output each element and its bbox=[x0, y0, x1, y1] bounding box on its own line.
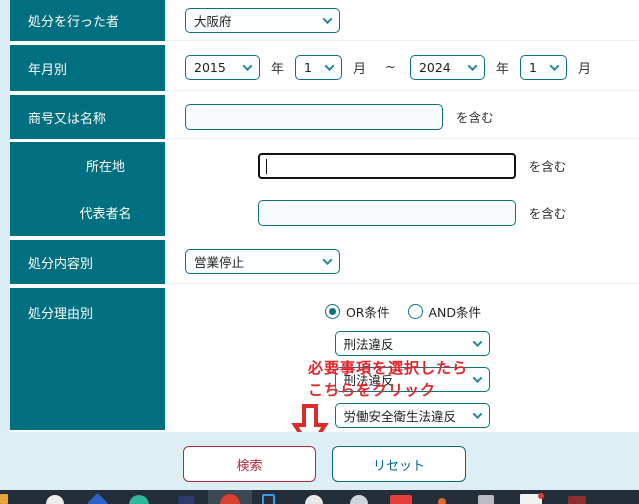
annotation-line-2: こちらをクリック bbox=[308, 381, 437, 399]
company-name-input[interactable] bbox=[185, 103, 443, 130]
chevron-down-icon bbox=[472, 409, 482, 420]
row-label: 処分理由別 bbox=[10, 288, 165, 430]
reason-select-3[interactable]: 労働安全衛生法違反 bbox=[334, 403, 490, 428]
chevron-down-icon bbox=[549, 61, 560, 72]
reason-select-1[interactable]: 刑法違反 bbox=[334, 331, 490, 356]
disposer-select-value: 大阪府 bbox=[194, 13, 232, 29]
month-unit-label: 月 bbox=[353, 62, 367, 77]
click-here-annotation: 必要事項を選択したら こちらをクリック bbox=[308, 357, 468, 401]
disposition-content-select[interactable]: 営業停止 bbox=[185, 249, 340, 274]
chevron-down-icon bbox=[322, 255, 333, 266]
disposer-select[interactable]: 大阪府 bbox=[185, 7, 340, 33]
search-button[interactable]: 検索 bbox=[183, 446, 316, 482]
disposition-search-page: 処分を行った者 大阪府 年月別 2015 年 1 月 ~ 2024 年 1 月 … bbox=[0, 0, 639, 504]
reason-select-1-value: 刑法違反 bbox=[343, 337, 394, 352]
from-year-value: 2015 bbox=[194, 60, 226, 75]
chevron-down-icon bbox=[322, 13, 333, 24]
radio-selected-dot bbox=[328, 307, 336, 315]
blue-outline-app-icon[interactable] bbox=[262, 494, 275, 504]
teal-circle-app-icon[interactable] bbox=[129, 495, 149, 504]
disposition-content-value: 営業停止 bbox=[194, 255, 245, 270]
yellow-app-icon[interactable] bbox=[0, 494, 8, 504]
chevron-down-icon bbox=[472, 373, 482, 384]
annotation-line-1: 必要事項を選択したら bbox=[308, 359, 469, 377]
row-label: 商号又は名称 bbox=[10, 95, 165, 139]
row-label: 年月別 bbox=[10, 45, 165, 91]
row-label-group: 所在地 代表者名 bbox=[10, 142, 165, 236]
row-year-month: 年月別 2015 年 1 月 ~ 2024 年 1 月 bbox=[10, 45, 639, 91]
and-condition-label: AND条件 bbox=[428, 304, 482, 320]
year-unit-label: 年 bbox=[271, 62, 285, 77]
and-condition-radio[interactable] bbox=[407, 303, 423, 319]
red-rect-app-icon[interactable] bbox=[390, 495, 412, 504]
row-label: 代表者名 bbox=[79, 207, 132, 222]
to-month-value: 1 bbox=[528, 60, 537, 75]
row-disposer: 処分を行った者 大阪府 bbox=[10, 0, 639, 41]
month-unit-label: 月 bbox=[577, 62, 591, 77]
to-month-select[interactable]: 1 bbox=[519, 55, 567, 80]
page-left-margin bbox=[0, 0, 10, 432]
from-year-select[interactable]: 2015 bbox=[185, 55, 260, 80]
contains-label: を含む bbox=[528, 206, 567, 221]
reason-select-3-value: 労働安全衛生法違反 bbox=[343, 409, 457, 424]
to-year-value: 2024 bbox=[418, 60, 451, 75]
or-condition-label: OR条件 bbox=[345, 304, 390, 320]
gray-circle-app-icon[interactable] bbox=[350, 495, 368, 504]
chevron-down-icon bbox=[242, 61, 253, 72]
windows-taskbar[interactable] bbox=[0, 490, 639, 504]
row-company-name: 商号又は名称 を含む bbox=[10, 95, 639, 139]
reset-button[interactable]: リセット bbox=[332, 446, 466, 482]
orange-dot-app-icon[interactable] bbox=[438, 498, 446, 504]
white-circle-app-icon[interactable] bbox=[46, 495, 64, 504]
from-month-value: 1 bbox=[304, 60, 312, 75]
form-actions-bar: 検索 リセット bbox=[0, 432, 639, 490]
pen-app-icon[interactable] bbox=[478, 495, 494, 504]
row-address-representative: 所在地 代表者名 を含む を含む bbox=[10, 142, 639, 236]
range-separator: ~ bbox=[385, 60, 396, 75]
contains-label: を含む bbox=[456, 110, 494, 125]
navy-square-app-icon[interactable] bbox=[178, 496, 194, 504]
text-cursor bbox=[265, 158, 267, 174]
contains-label: を含む bbox=[528, 159, 567, 174]
row-label: 所在地 bbox=[85, 160, 125, 175]
white-circle2-app-icon[interactable] bbox=[305, 495, 323, 504]
row-label: 処分を行った者 bbox=[10, 0, 165, 41]
from-month-select[interactable]: 1 bbox=[295, 55, 343, 80]
row-disposition-content: 処分内容別 営業停止 bbox=[10, 240, 639, 284]
blue-diamond-app-icon[interactable] bbox=[86, 492, 109, 504]
year-unit-label: 年 bbox=[495, 62, 509, 77]
darkred-app-icon[interactable] bbox=[568, 496, 586, 504]
representative-name-input[interactable] bbox=[257, 199, 516, 226]
row-label: 処分内容別 bbox=[10, 240, 165, 284]
chevron-down-icon bbox=[472, 337, 482, 348]
address-input[interactable] bbox=[257, 152, 516, 179]
to-year-select[interactable]: 2024 bbox=[409, 55, 485, 80]
chevron-down-icon bbox=[324, 61, 335, 72]
or-condition-radio[interactable] bbox=[324, 303, 340, 319]
chevron-down-icon bbox=[467, 61, 478, 72]
notes-red-dot-icon[interactable] bbox=[538, 493, 544, 499]
